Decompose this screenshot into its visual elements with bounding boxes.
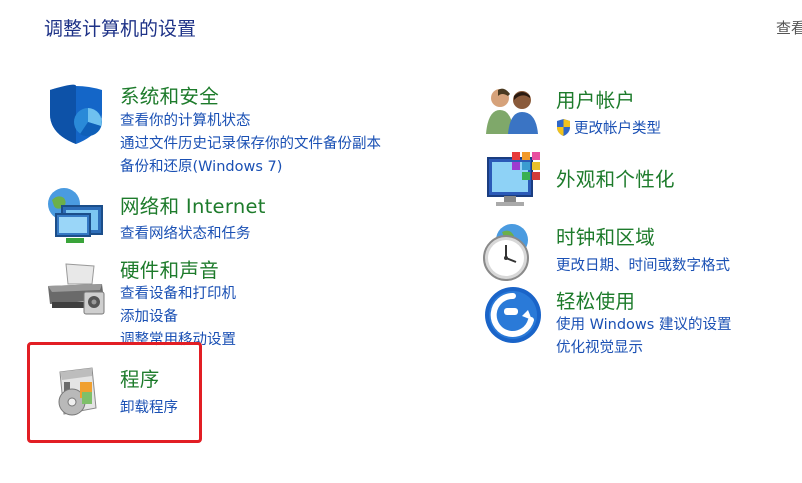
uac-shield-icon [557, 119, 570, 136]
view-by-label[interactable]: 查看 [776, 17, 802, 38]
clock-globe-icon[interactable] [482, 222, 546, 286]
link-uninstall-program[interactable]: 卸载程序 [120, 396, 178, 417]
link-date-time-format[interactable]: 更改日期、时间或数字格式 [556, 254, 730, 275]
link-change-account-type[interactable]: 更改帐户类型 [556, 117, 661, 138]
category-title-user-accounts[interactable]: 用户帐户 [556, 84, 635, 113]
category-title-system-security[interactable]: 系统和安全 [120, 80, 219, 109]
category-title-network[interactable]: 网络和 Internet [120, 190, 266, 219]
ease-of-access-icon[interactable] [484, 286, 548, 350]
printer-icon[interactable] [44, 262, 108, 326]
shield-icon[interactable] [46, 84, 110, 148]
monitor-palette-icon[interactable] [486, 152, 550, 216]
link-backup-restore[interactable]: 备份和还原(Windows 7) [120, 155, 282, 176]
link-network-status[interactable]: 查看网络状态和任务 [120, 222, 251, 243]
link-view-computer-status[interactable]: 查看你的计算机状态 [120, 109, 251, 130]
link-label: 更改帐户类型 [574, 121, 661, 137]
programs-icon[interactable] [52, 364, 116, 428]
category-title-ease-of-access[interactable]: 轻松使用 [556, 285, 635, 314]
category-title-programs[interactable]: 程序 [120, 363, 160, 392]
link-file-history-backup[interactable]: 通过文件历史记录保存你的文件备份副本 [120, 132, 381, 153]
link-devices-printers[interactable]: 查看设备和打印机 [120, 282, 236, 303]
link-optimize-visual-display[interactable]: 优化视觉显示 [556, 336, 643, 357]
category-title-clock-region[interactable]: 时钟和区域 [556, 221, 655, 250]
users-icon[interactable] [484, 86, 548, 150]
page-title: 调整计算机的设置 [44, 18, 197, 40]
link-add-device[interactable]: 添加设备 [120, 305, 178, 326]
category-title-hardware[interactable]: 硬件和声音 [120, 254, 219, 283]
link-windows-suggested-settings[interactable]: 使用 Windows 建议的设置 [556, 313, 731, 334]
network-icon[interactable] [44, 186, 108, 250]
category-title-appearance[interactable]: 外观和个性化 [556, 163, 675, 192]
